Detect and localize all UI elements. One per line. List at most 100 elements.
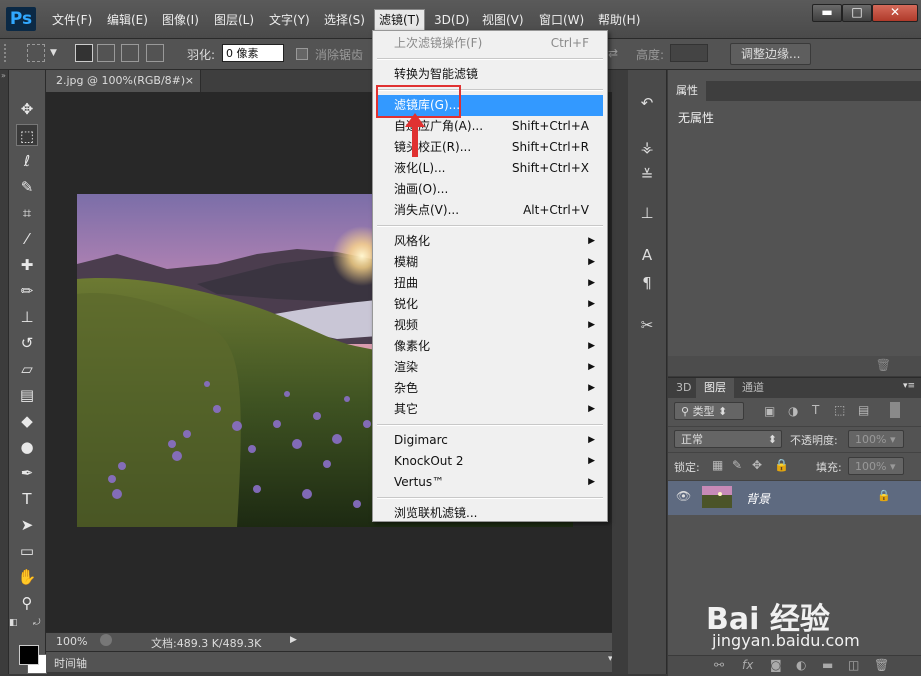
layers-menu-icon[interactable]: ▾≡ (903, 381, 915, 391)
height-input[interactable] (670, 44, 708, 62)
clone-source-icon[interactable]: ⊥ (636, 202, 658, 224)
filter-menu-item[interactable]: 渲染 ▶ (377, 357, 603, 378)
new-layer-icon[interactable]: ◫ (848, 658, 859, 672)
filter-menu-item[interactable]: 扭曲 ▶ (377, 273, 603, 294)
filter-menu-item[interactable]: 锐化 ▶ (377, 294, 603, 315)
zoom-level[interactable]: 100% (56, 635, 87, 648)
gradient-tool-icon[interactable]: ▤ (16, 384, 38, 406)
menu-4[interactable]: 文字(Y) (265, 10, 314, 30)
filter-menu-item[interactable]: 转换为智能滤镜 (377, 64, 603, 85)
refine-edge-button[interactable]: 调整边缘... (730, 43, 812, 65)
maximize-button[interactable]: □ (842, 4, 872, 22)
lock-all-icon[interactable]: 🔒 (774, 458, 789, 472)
filter-menu-item[interactable]: 像素化 ▶ (377, 336, 603, 357)
filter-menu-item[interactable]: 其它 ▶ (377, 399, 603, 420)
eraser-tool-icon[interactable]: ▱ (16, 358, 38, 380)
layer-name[interactable]: 背景 (746, 490, 770, 507)
new-group-icon[interactable]: ▬ (822, 658, 833, 672)
close-tab-icon[interactable]: × (185, 70, 194, 92)
filter-pixel-icon[interactable]: ▣ (764, 404, 775, 418)
brush-preset-icon[interactable]: ⚶ (636, 136, 658, 158)
visibility-eye-icon[interactable]: 👁 (676, 489, 691, 503)
menu-3[interactable]: 图层(L) (210, 10, 258, 30)
blur-tool-icon[interactable]: ◆ (16, 410, 38, 432)
layer-row-background[interactable]: 👁 背景 🔒 (668, 481, 921, 515)
layer-kind-select[interactable]: ⚲ 类型 ⬍ (674, 402, 744, 420)
filter-menu-item[interactable]: 消失点(V)... Alt+Ctrl+V (377, 200, 603, 221)
tab-channels[interactable]: 通道 (734, 378, 772, 398)
status-arrow-icon[interactable]: ▶ (290, 635, 297, 645)
eyedropper-tool-icon[interactable]: ⁄ (16, 228, 38, 250)
filter-smart-icon[interactable]: ▤ (858, 403, 869, 417)
history-brush-tool-icon[interactable]: ↺ (16, 332, 38, 354)
feather-input[interactable]: 0 像素 (222, 44, 284, 62)
filter-type-icon[interactable]: T (812, 403, 819, 417)
lock-move-icon[interactable]: ✥ (752, 458, 762, 472)
menu-0[interactable]: 文件(F) (48, 10, 96, 30)
default-colors-icon[interactable]: ◧ (9, 618, 18, 628)
new-selection-icon[interactable] (75, 44, 93, 62)
fill-input[interactable]: 100% ▾ (848, 457, 904, 475)
menu-7[interactable]: 3D(D) (430, 10, 473, 30)
shape-tool-icon[interactable]: ▭ (16, 540, 38, 562)
healing-brush-tool-icon[interactable]: ✚ (16, 254, 38, 276)
filter-menu-item[interactable]: 油画(O)... (377, 179, 603, 200)
minimize-button[interactable]: ▬ (812, 4, 842, 22)
add-mask-icon[interactable]: ◙ (770, 658, 782, 672)
marquee-preset-icon[interactable] (27, 44, 45, 62)
intersect-selection-icon[interactable] (146, 44, 164, 62)
menu-6[interactable]: 滤镜(T) (374, 9, 425, 31)
tab-layers[interactable]: 图层 (696, 378, 734, 398)
tool-presets-icon[interactable]: ✂ (636, 314, 658, 336)
link-layers-icon[interactable]: ⚯ (714, 658, 724, 672)
opacity-input[interactable]: 100% ▾ (848, 430, 904, 448)
quick-select-tool-icon[interactable]: ✎ (16, 176, 38, 198)
path-select-tool-icon[interactable]: ➤ (16, 514, 38, 536)
menu-1[interactable]: 编辑(E) (103, 10, 152, 30)
filter-menu-item[interactable]: Vertus™ ▶ (377, 472, 603, 493)
collapse-arrows-icon[interactable]: » (1, 71, 6, 80)
filter-menu-item[interactable]: Digimarc ▶ (377, 430, 603, 451)
filter-menu-item[interactable]: 视频 ▶ (377, 315, 603, 336)
history-icon[interactable]: ↶ (636, 92, 658, 114)
subtract-selection-icon[interactable] (121, 44, 139, 62)
timeline-label[interactable]: 时间轴 (54, 655, 87, 671)
filter-shape-icon[interactable]: ⬚ (834, 403, 845, 417)
add-selection-icon[interactable] (97, 44, 115, 62)
filter-menu-item[interactable]: 浏览联机滤镜... (377, 503, 603, 524)
filter-adjust-icon[interactable]: ◑ (788, 404, 798, 418)
lock-pixels-icon[interactable]: ▦ (712, 458, 723, 472)
tab-properties[interactable]: 属性 (668, 81, 706, 101)
move-tool-icon[interactable]: ✥ (16, 98, 38, 120)
paragraph-icon[interactable]: ¶ (636, 272, 658, 294)
delete-layer-icon[interactable]: 🗑 (874, 658, 889, 672)
brush-tool-icon[interactable]: ✏ (16, 280, 38, 302)
delete-icon[interactable]: 🗑 (876, 358, 891, 372)
type-tool-icon[interactable]: T (16, 488, 38, 510)
foreground-color-swatch[interactable] (19, 645, 39, 665)
swap-colors-icon[interactable]: ⤾ (33, 618, 41, 628)
crop-tool-icon[interactable]: ⌗ (16, 202, 38, 224)
status-icon[interactable] (100, 634, 112, 646)
document-tab[interactable]: 2.jpg @ 100%(RGB/8#) × (46, 70, 201, 92)
fx-icon[interactable]: fx (742, 658, 753, 672)
brush-settings-icon[interactable]: ≚ (636, 164, 658, 186)
filter-menu-item[interactable]: 杂色 ▶ (377, 378, 603, 399)
filter-menu-item[interactable]: 模糊 ▶ (377, 252, 603, 273)
menu-9[interactable]: 窗口(W) (535, 10, 588, 30)
lock-paint-icon[interactable]: ✎ (732, 458, 742, 472)
stamp-tool-icon[interactable]: ⊥ (16, 306, 38, 328)
zoom-tool-icon[interactable]: ⚲ (16, 592, 38, 614)
marquee-tool-icon[interactable]: ⬚ (16, 124, 38, 146)
character-icon[interactable]: A (636, 244, 658, 266)
preset-dropdown-icon[interactable]: ▼ (50, 48, 57, 58)
pen-tool-icon[interactable]: ✒ (16, 462, 38, 484)
tab-3d[interactable]: 3D (668, 378, 699, 398)
dodge-tool-icon[interactable]: ● (16, 436, 38, 458)
antialias-checkbox[interactable] (296, 48, 308, 60)
filter-toggle[interactable] (890, 402, 900, 418)
filter-menu-item[interactable]: 液化(L)... Shift+Ctrl+X (377, 158, 603, 179)
menu-8[interactable]: 视图(V) (478, 10, 528, 30)
menu-2[interactable]: 图像(I) (158, 10, 203, 30)
filter-menu-item[interactable]: 风格化 ▶ (377, 231, 603, 252)
